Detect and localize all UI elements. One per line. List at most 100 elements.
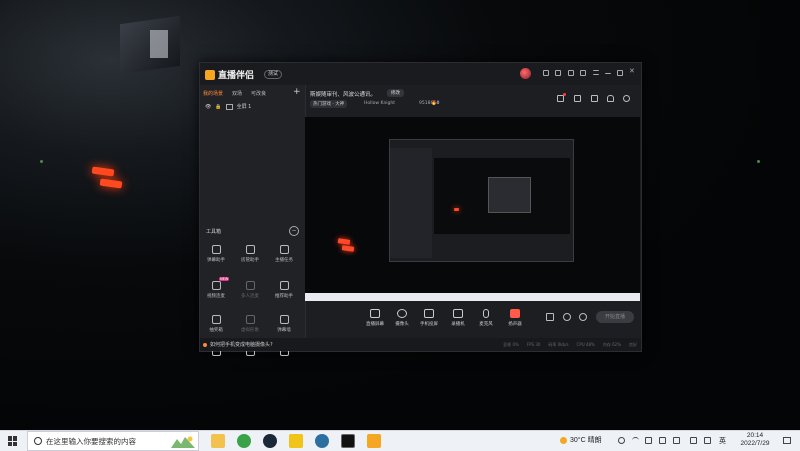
notification-icon[interactable] — [783, 437, 791, 444]
edit-button[interactable]: 修改 — [387, 89, 404, 97]
live-companion-taskbar-icon[interactable] — [367, 434, 381, 448]
logo-icon — [205, 69, 215, 80]
windows-start-icon[interactable] — [8, 436, 18, 446]
control-screen-share[interactable]: 直播屏幕 — [362, 309, 388, 327]
tool-danmaku-wall[interactable]: 弹幕墙 — [270, 315, 298, 333]
start-live-button[interactable]: 开始直播 — [596, 311, 634, 323]
volume-icon[interactable] — [673, 437, 680, 444]
danmaku-icon — [211, 245, 221, 254]
record-icon[interactable] — [574, 95, 581, 102]
control-speaker[interactable]: 扬声器 — [502, 309, 528, 327]
tool-avatar[interactable]: 虚拟形象 — [236, 315, 264, 333]
tool-recommend[interactable]: 推荐助手 — [270, 281, 298, 299]
notification-dot — [563, 93, 566, 96]
app-green-icon[interactable] — [237, 434, 251, 448]
battery-icon[interactable] — [645, 437, 652, 444]
clock-date: 2022/7/29 — [740, 440, 770, 447]
heat-count: 🔥0 — [431, 101, 440, 106]
avatar[interactable] — [520, 68, 531, 79]
toolbox-title: 工具箱 — [206, 229, 222, 235]
preview-light — [341, 245, 355, 252]
share-icon[interactable] — [623, 95, 630, 102]
tool-lottery[interactable]: 抽奖箱 — [202, 315, 230, 333]
app-blue-icon[interactable] — [315, 434, 329, 448]
settings-panel-icon[interactable] — [591, 95, 598, 102]
announcement-text: 斯娱随审刊、风波公通讯。 — [310, 92, 377, 98]
tool-danmaku[interactable]: 弹幕助手 — [202, 245, 230, 263]
search-placeholder: 在这里输入你要搜索的内容 — [46, 437, 136, 446]
minimize-icon[interactable] — [605, 70, 611, 74]
tab-dual[interactable]: 双场 — [232, 90, 242, 97]
help-link[interactable]: 如何把手机变成电脑摄像头? — [203, 341, 273, 348]
game-name: Hollow Knight — [364, 101, 396, 106]
screen-share-icon — [370, 309, 380, 318]
search-highlight-icon — [171, 436, 195, 448]
nested-light — [454, 208, 459, 211]
collapse-icon[interactable]: − — [289, 226, 299, 236]
close-icon[interactable]: ✕ — [629, 68, 635, 75]
wechat-game-icon[interactable] — [289, 434, 303, 448]
scene-label: 全屏 1 — [236, 104, 252, 110]
nested-preview-window — [389, 139, 574, 262]
microphone-icon — [483, 309, 489, 318]
category-selector[interactable]: 热门游戏 · 大神 — [310, 100, 348, 108]
pen-icon[interactable] — [704, 437, 711, 444]
add-scene-icon[interactable]: + — [293, 87, 301, 97]
task-icon — [279, 245, 289, 254]
nested-preview-area — [434, 158, 570, 234]
new-badge: NEW — [219, 277, 230, 281]
taskbar-clock[interactable]: 20:14 2022/7/29 — [735, 432, 775, 448]
avatar-icon — [245, 315, 255, 324]
file-explorer-icon[interactable] — [211, 434, 225, 448]
message-icon[interactable] — [543, 70, 549, 76]
stream-preview[interactable] — [305, 117, 640, 301]
preview-light — [337, 238, 351, 245]
camera-icon — [397, 309, 407, 318]
tool-task[interactable]: 主播任务 — [270, 245, 298, 263]
lottery-icon — [211, 315, 221, 324]
bell-icon[interactable] — [607, 95, 614, 102]
recorder-icon — [453, 309, 463, 318]
danmaku-wall-icon — [279, 315, 289, 324]
weather-widget[interactable]: 30°C 晴朗 — [560, 435, 602, 445]
gift-box-icon[interactable] — [557, 95, 564, 102]
app-logo: 直播伴侣 — [205, 68, 254, 81]
version-badge[interactable]: 测试 — [264, 70, 283, 79]
menu-icon[interactable] — [593, 70, 599, 75]
control-microphone[interactable]: 麦克风 — [473, 309, 499, 327]
control-recorder[interactable]: 录播机 — [445, 309, 471, 327]
tab-other[interactable]: 可改良 — [251, 90, 266, 97]
beauty-icon[interactable] — [563, 313, 571, 321]
control-phone-cast[interactable]: 手机投屏 — [416, 309, 442, 327]
network-icon[interactable] — [659, 437, 666, 444]
windows-taskbar: 在这里输入你要搜索的内容 30°C 晴朗 英 20:14 2022/7/29 — [0, 430, 800, 451]
gear-icon[interactable] — [579, 313, 587, 321]
app-tray-icon[interactable] — [690, 437, 697, 444]
title-bar[interactable]: 直播伴侣 测试 ✕ — [200, 63, 641, 85]
chat-icon[interactable] — [555, 70, 561, 76]
mail-icon[interactable] — [568, 70, 574, 76]
tool-multi-link[interactable]: 多人连麦 — [236, 281, 264, 299]
taskbar-search[interactable]: 在这里输入你要搜索的内容 — [27, 431, 199, 451]
tool-video-link[interactable]: NEW 视频连麦 — [202, 277, 230, 299]
nested-control-bar — [434, 236, 570, 258]
skin-icon[interactable] — [580, 70, 586, 76]
steam-icon[interactable] — [263, 434, 277, 448]
video-icon[interactable] — [546, 313, 554, 321]
eye-icon[interactable]: 👁 — [205, 104, 211, 110]
ime-indicator[interactable]: 英 — [719, 436, 726, 446]
tray-expand-icon[interactable] — [632, 437, 639, 444]
wallpaper-green-light — [40, 160, 43, 163]
control-camera[interactable]: 摄像头 — [389, 309, 415, 327]
maximize-icon[interactable] — [617, 70, 623, 76]
stream-stats: 丢帧 0% FPS 30 码率 0kb/s CPU 48% 内存 62% 良好 — [503, 342, 637, 347]
clock-time: 20:14 — [746, 432, 764, 439]
hollow-knight-icon[interactable] — [341, 434, 355, 448]
scene-item[interactable]: 👁 🔒 全屏 1 — [205, 103, 251, 110]
info-icon — [203, 342, 207, 347]
tool-admin[interactable]: 房管助手 — [236, 245, 264, 263]
lock-icon[interactable]: 🔒 — [215, 104, 221, 110]
speaker-icon — [510, 309, 520, 318]
tab-my-scenes[interactable]: 我的场景 — [203, 90, 223, 97]
people-icon[interactable] — [618, 437, 625, 444]
